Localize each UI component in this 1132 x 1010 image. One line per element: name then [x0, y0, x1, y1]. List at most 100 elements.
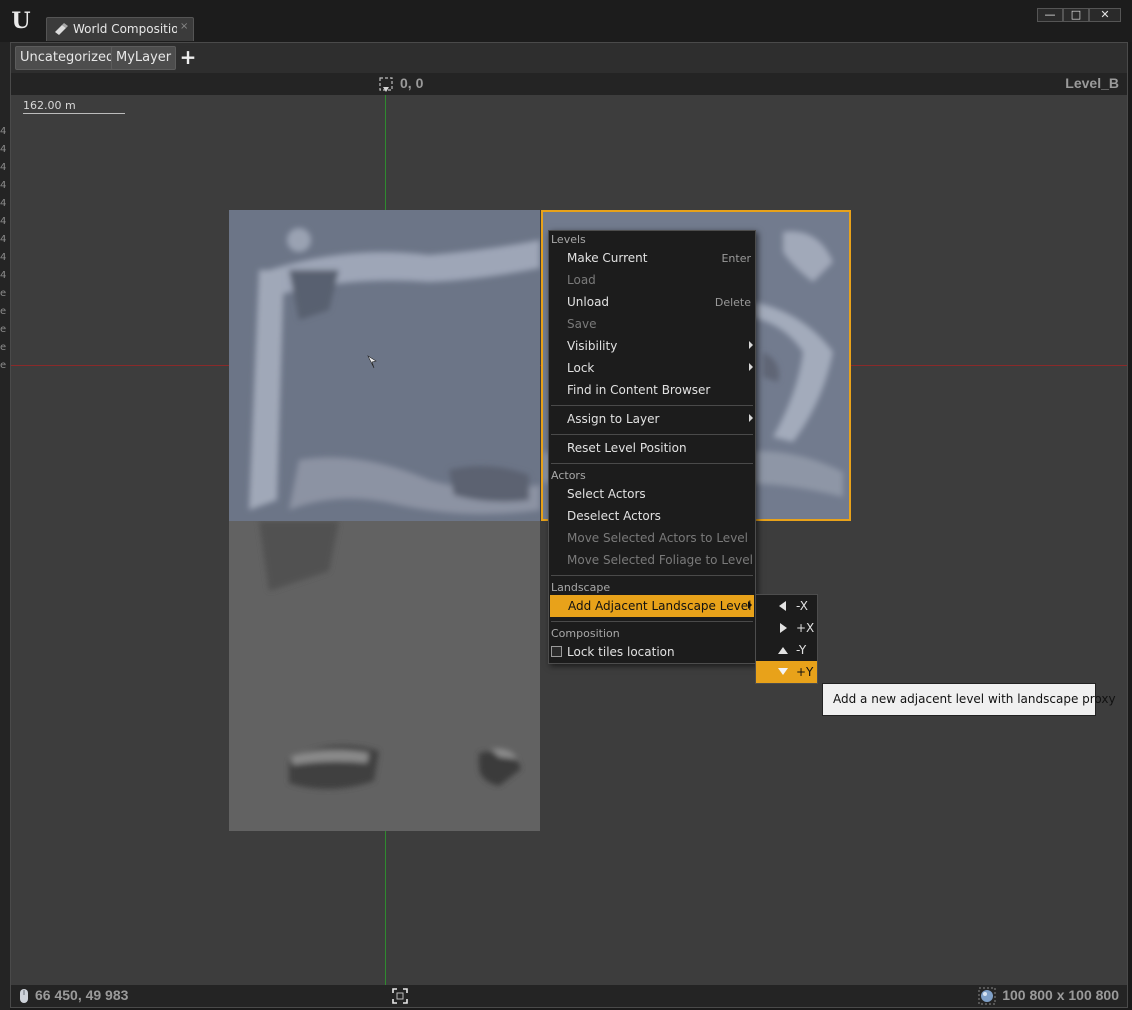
arrow-right-icon — [780, 623, 787, 633]
world-size-readout: 100 800 x 100 800 — [1002, 987, 1119, 1003]
layer-bar: Uncategorized MyLayer + — [11, 43, 1127, 73]
submenu-arrow-icon — [749, 341, 753, 349]
lock-tiles-checkbox[interactable] — [551, 646, 562, 657]
submenu-item-plus-x[interactable]: +X — [756, 617, 817, 639]
menu-item-move-foliage-to-level: Move Selected Foliage to Level — [549, 549, 755, 571]
scale-ruler: 162.00 m — [23, 99, 125, 114]
viewport-status-bar: 66 450, 49 983 100 800 x 100 800 — [11, 985, 1127, 1007]
menu-item-label: Visibility — [567, 339, 618, 353]
menu-separator — [551, 575, 753, 576]
left-strip-char: 4 — [0, 180, 7, 191]
menu-item-label: Lock tiles location — [567, 645, 675, 659]
add-layer-button[interactable]: + — [176, 46, 200, 70]
menu-item-find-in-content-browser[interactable]: Find in Content Browser — [549, 379, 755, 401]
menu-item-load: Load — [549, 269, 755, 291]
left-strip-char: 4 — [0, 162, 7, 173]
menu-item-select-actors[interactable]: Select Actors — [549, 483, 755, 505]
arrow-left-icon — [779, 601, 786, 611]
menu-item-visibility[interactable]: Visibility — [549, 335, 755, 357]
menu-item-label: Move Selected Foliage to Level — [567, 553, 754, 567]
mouse-icon — [20, 989, 28, 1003]
menu-item-assign-to-layer[interactable]: Assign to Layer — [549, 408, 755, 430]
menu-item-save: Save — [549, 313, 755, 335]
close-window-button[interactable]: ✕ — [1089, 8, 1121, 22]
menu-item-shortcut: Enter — [721, 252, 751, 265]
maximize-button[interactable]: □ — [1063, 8, 1089, 22]
submenu-item-label: +X — [796, 621, 815, 635]
left-strip-char: 4 — [0, 234, 7, 245]
menu-section-landscape: Landscape — [551, 581, 611, 594]
left-strip-char: 4 — [0, 252, 7, 263]
left-strip-char: e — [0, 324, 7, 335]
mouse-cursor-icon — [367, 355, 377, 369]
menu-separator — [551, 463, 753, 464]
mouse-world-coordinates: 66 450, 49 983 — [35, 987, 129, 1003]
menu-item-deselect-actors[interactable]: Deselect Actors — [549, 505, 755, 527]
menu-separator — [551, 434, 753, 435]
level-context-menu: Levels Make Current Enter Load Unload De… — [548, 230, 756, 664]
current-level-name: Level_B — [1065, 75, 1119, 91]
arrow-up-icon — [778, 647, 788, 654]
menu-item-label: Make Current — [567, 251, 648, 265]
menu-item-lock[interactable]: Lock — [549, 357, 755, 379]
left-strip-char: e — [0, 288, 7, 299]
menu-separator — [551, 405, 753, 406]
submenu-item-label: +Y — [796, 665, 814, 679]
menu-section-composition: Composition — [551, 627, 620, 640]
menu-section-actors: Actors — [551, 469, 586, 482]
world-origin-icon — [379, 77, 393, 92]
level-tile-a[interactable] — [229, 210, 540, 521]
world-size-icon — [978, 987, 996, 1005]
menu-item-add-adjacent-landscape-level[interactable]: Add Adjacent Landscape Level — [550, 595, 754, 617]
menu-item-label: Find in Content Browser — [567, 383, 711, 397]
submenu-arrow-icon — [748, 601, 752, 609]
layer-button-mylayer[interactable]: MyLayer — [111, 46, 177, 70]
menu-item-label: Reset Level Position — [567, 441, 687, 455]
menu-item-label: Select Actors — [567, 487, 646, 501]
menu-item-label: Move Selected Actors to Level — [567, 531, 749, 545]
arrow-down-icon — [778, 668, 788, 675]
menu-item-move-actors-to-level: Move Selected Actors to Level — [549, 527, 755, 549]
menu-item-label: Save — [567, 317, 597, 331]
menu-item-label: Lock — [567, 361, 595, 375]
submenu-arrow-icon — [749, 363, 753, 371]
menu-item-unload[interactable]: Unload Delete — [549, 291, 755, 313]
world-composition-icon — [55, 23, 68, 35]
menu-item-label: Add Adjacent Landscape Level — [568, 599, 752, 613]
left-strip-char: e — [0, 306, 7, 317]
editor-window: U World Composition × — □ ✕ 4 4 4 4 4 4 … — [0, 0, 1132, 1010]
menu-item-label: Load — [567, 273, 596, 287]
menu-item-label: Assign to Layer — [567, 412, 660, 426]
unreal-logo-icon: U — [11, 8, 31, 34]
minimize-button[interactable]: — — [1037, 8, 1063, 22]
submenu-item-minus-x[interactable]: -X — [756, 595, 817, 617]
submenu-item-minus-y[interactable]: -Y — [756, 639, 817, 661]
submenu-item-label: -X — [796, 599, 808, 613]
zoom-to-fit-icon[interactable] — [391, 987, 409, 1005]
menu-item-reset-level-position[interactable]: Reset Level Position — [549, 437, 755, 459]
menu-item-label: Deselect Actors — [567, 509, 661, 523]
submenu-arrow-icon — [749, 414, 753, 422]
terrain-heightmap — [229, 210, 540, 521]
menu-section-levels: Levels — [551, 233, 586, 246]
left-strip-char: e — [0, 342, 7, 353]
tooltip: Add a new adjacent level with landscape … — [822, 683, 1116, 716]
left-strip-char: 4 — [0, 126, 7, 137]
tab-close-icon[interactable]: × — [180, 21, 188, 32]
viewport-top-bar: 0, 0 Level_B — [11, 73, 1127, 95]
tab-world-composition[interactable]: World Composition × — [46, 17, 194, 41]
adjacent-level-submenu: -X +X -Y +Y — [755, 594, 818, 684]
left-docked-panel-edge: 4 4 4 4 4 4 4 4 4 e e e e e — [0, 42, 10, 1010]
menu-item-make-current[interactable]: Make Current Enter — [549, 247, 755, 269]
menu-item-lock-tiles-location[interactable]: Lock tiles location — [549, 641, 755, 663]
left-strip-char: 4 — [0, 216, 7, 227]
submenu-item-plus-y[interactable]: +Y — [756, 661, 817, 683]
level-tile-c[interactable] — [229, 521, 540, 831]
tab-label: World Composition — [73, 22, 177, 36]
layer-button-uncategorized[interactable]: Uncategorized — [15, 46, 120, 70]
submenu-item-label: -Y — [796, 643, 807, 657]
origin-coordinates: 0, 0 — [400, 75, 424, 91]
left-strip-char: 4 — [0, 198, 7, 209]
left-strip-char: 4 — [0, 270, 7, 281]
left-strip-char: e — [0, 360, 7, 371]
